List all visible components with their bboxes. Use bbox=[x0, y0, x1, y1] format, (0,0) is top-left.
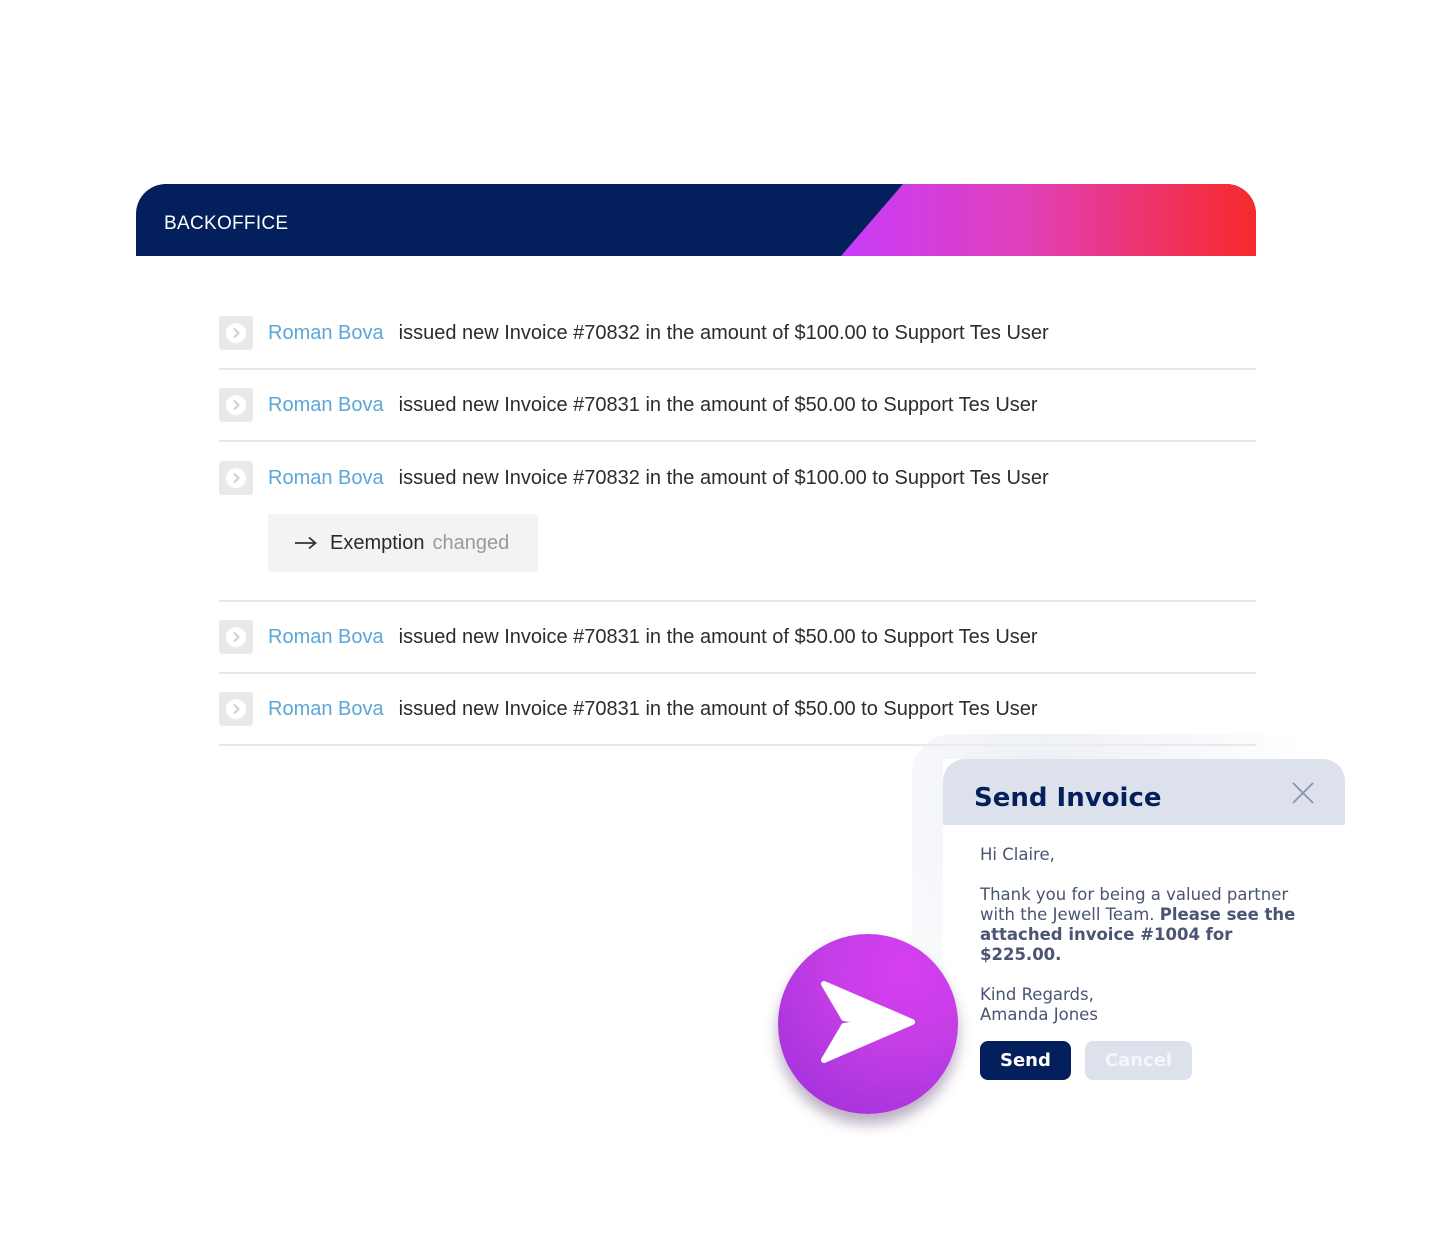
feed-row-user-link[interactable]: Roman Bova bbox=[268, 322, 384, 345]
dialog-header: Send Invoice bbox=[943, 759, 1345, 825]
message-greeting: Hi Claire, bbox=[980, 845, 1055, 864]
backoffice-header: BACKOFFICE bbox=[136, 184, 1256, 256]
chevron-right-circle-icon[interactable] bbox=[219, 316, 253, 350]
feed-row-user-link[interactable]: Roman Bova bbox=[268, 698, 384, 721]
message-signature: Amanda Jones bbox=[980, 1005, 1098, 1024]
dialog-actions: Send Cancel bbox=[980, 1041, 1193, 1080]
feed-row-expanded: Roman Bova issued new Invoice #70832 in … bbox=[219, 442, 1256, 602]
chevron-right-circle-icon[interactable] bbox=[219, 620, 253, 654]
message-signoff: Kind Regards, bbox=[980, 985, 1094, 1004]
close-icon[interactable] bbox=[1291, 781, 1315, 810]
send-fab-button[interactable] bbox=[778, 934, 958, 1114]
chevron-right-circle-icon[interactable] bbox=[219, 388, 253, 422]
change-detail: Exemption changed bbox=[268, 514, 538, 572]
feed-row-text: issued new Invoice #70831 in the amount … bbox=[398, 697, 1038, 720]
activity-feed: Roman Bova issued new Invoice #70832 in … bbox=[219, 298, 1256, 746]
cancel-button[interactable]: Cancel bbox=[1084, 1041, 1193, 1080]
feed-row-text: issued new Invoice #70831 in the amount … bbox=[398, 393, 1038, 416]
chevron-right-circle-icon[interactable] bbox=[219, 692, 253, 726]
header-gradient-accent bbox=[841, 184, 1256, 256]
feed-row-text: issued new Invoice #70831 in the amount … bbox=[398, 625, 1038, 648]
feed-row[interactable]: Roman Bova issued new Invoice #70832 in … bbox=[219, 298, 1256, 370]
dialog-message: Hi Claire, Thank you for being a valued … bbox=[943, 825, 1345, 1025]
change-status: changed bbox=[432, 531, 510, 554]
feed-row[interactable]: Roman Bova issued new Invoice #70831 in … bbox=[219, 602, 1256, 674]
send-button[interactable]: Send bbox=[980, 1041, 1071, 1080]
paper-plane-icon bbox=[820, 980, 916, 1069]
message-paragraph: Thank you for being a valued partner wit… bbox=[980, 885, 1317, 965]
header-title: BACKOFFICE bbox=[164, 213, 289, 234]
feed-row[interactable]: Roman Bova issued new Invoice #70832 in … bbox=[219, 442, 1256, 514]
feed-row-user-link[interactable]: Roman Bova bbox=[268, 467, 384, 490]
dialog-title: Send Invoice bbox=[974, 783, 1162, 813]
feed-row-user-link[interactable]: Roman Bova bbox=[268, 626, 384, 649]
feed-row-text: issued new Invoice #70832 in the amount … bbox=[398, 321, 1049, 344]
send-invoice-dialog: Send Invoice Hi Claire, Thank you for be… bbox=[943, 759, 1345, 1109]
feed-row-text: issued new Invoice #70832 in the amount … bbox=[398, 466, 1049, 489]
change-field-label: Exemption bbox=[330, 531, 425, 554]
arrow-right-icon bbox=[294, 530, 318, 556]
feed-row[interactable]: Roman Bova issued new Invoice #70831 in … bbox=[219, 370, 1256, 442]
chevron-right-circle-icon[interactable] bbox=[219, 461, 253, 495]
feed-row-user-link[interactable]: Roman Bova bbox=[268, 394, 384, 417]
